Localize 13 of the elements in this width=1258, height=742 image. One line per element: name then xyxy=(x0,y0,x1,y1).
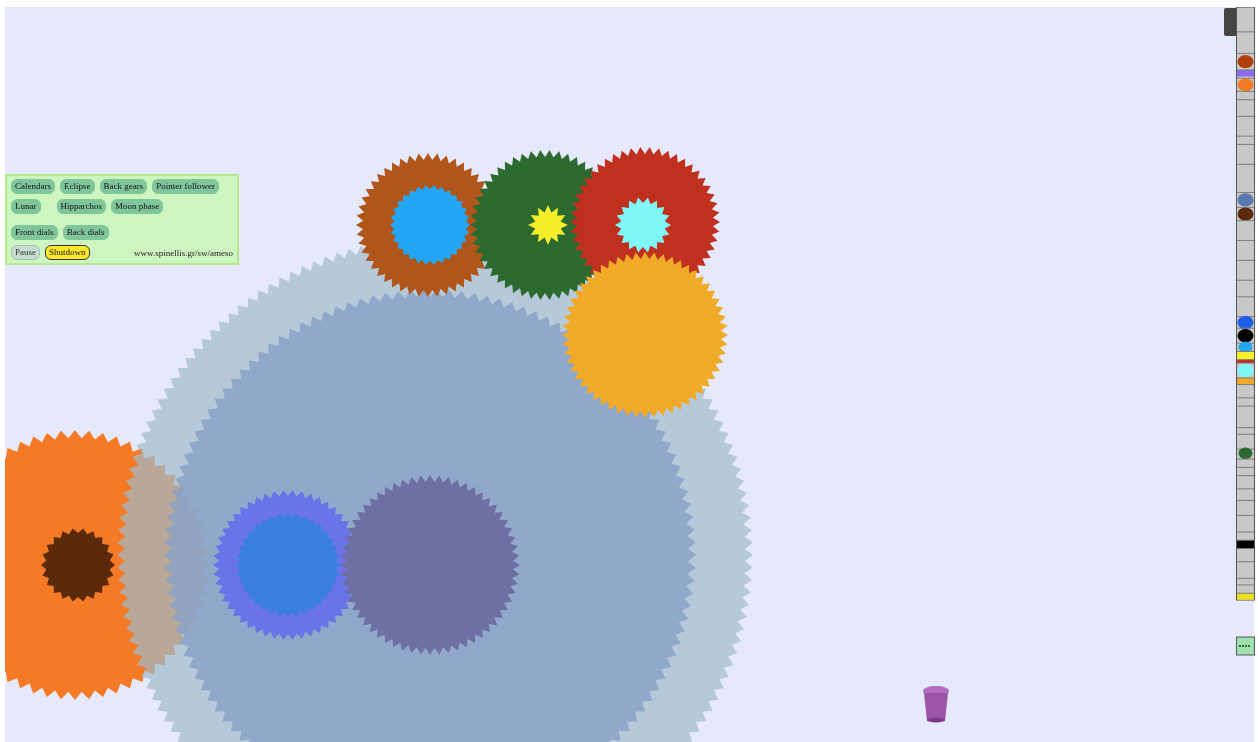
toggle-button[interactable]: Hipparchos xyxy=(56,199,106,214)
toggle-button[interactable]: Lunar xyxy=(11,199,41,214)
website-url: www.spinellis.gr/sw/ameso xyxy=(134,247,233,258)
toggle-button[interactable]: Shutdown xyxy=(45,245,90,260)
toggle-button[interactable]: Front dials xyxy=(11,225,58,240)
toggle-button[interactable]: Pointer follower xyxy=(152,179,219,194)
toggle-button[interactable]: Moon phase xyxy=(111,199,164,214)
toggle-button[interactable]: Back dials xyxy=(62,225,109,240)
toggle-button[interactable]: Back gears xyxy=(99,179,148,194)
toggle-button[interactable]: Pause xyxy=(11,245,40,260)
toggle-button[interactable]: Eclipse xyxy=(60,179,95,194)
toggle-button[interactable]: Calendars xyxy=(11,179,55,194)
trash-can-icon[interactable] xyxy=(923,686,949,723)
